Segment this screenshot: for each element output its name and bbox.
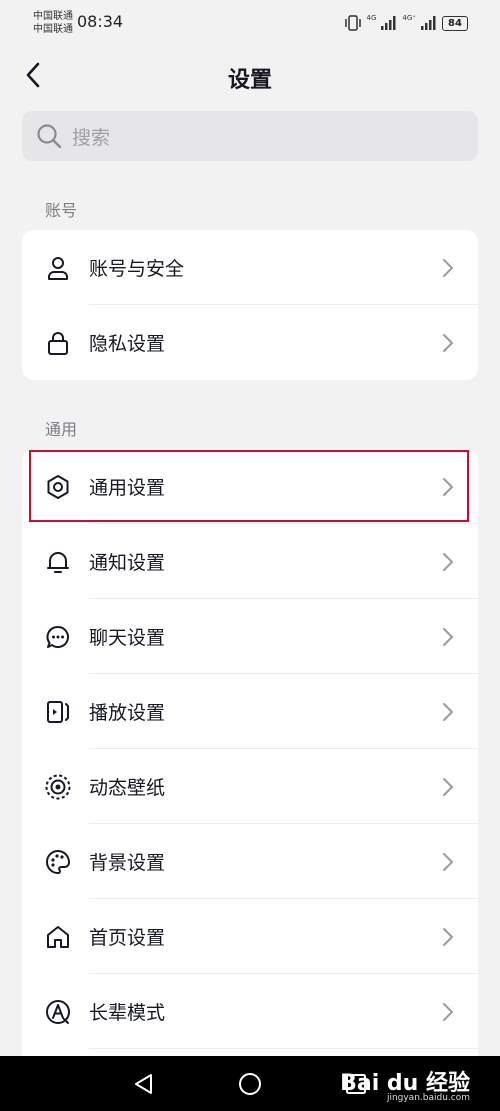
settings-item-label: 长辈模式 bbox=[89, 1002, 166, 1024]
nav-home-button[interactable] bbox=[236, 1070, 264, 1098]
status-bar: 中国联通 中国联通 08:34 4G 4G⁺ 84 bbox=[0, 0, 500, 46]
carrier-1: 中国联通 bbox=[33, 11, 73, 22]
search-placeholder: 搜索 bbox=[72, 126, 111, 149]
status-icons: 4G 4G⁺ 84 bbox=[344, 14, 468, 32]
user-icon bbox=[44, 254, 72, 282]
clock: 08:34 bbox=[77, 12, 124, 31]
chevron-right-icon bbox=[443, 928, 453, 946]
header: 设置 bbox=[0, 50, 500, 100]
section-label-account: 账号 bbox=[45, 201, 78, 220]
search-icon bbox=[37, 124, 62, 149]
settings-item-live-wallpaper[interactable]: 动态壁纸 bbox=[22, 749, 478, 824]
carrier-2: 中国联通 bbox=[33, 24, 73, 35]
settings-item-label: 聊天设置 bbox=[89, 627, 166, 649]
settings-item-label: 首页设置 bbox=[89, 927, 166, 949]
settings-item-label: 播放设置 bbox=[89, 702, 166, 724]
card-account: 账号与安全 隐私设置 bbox=[22, 230, 478, 380]
signal-icon-2 bbox=[421, 16, 436, 30]
watermark-url: jingyan.baidu.com bbox=[386, 1093, 470, 1103]
chevron-right-icon bbox=[443, 1003, 453, 1021]
settings-item-label: 通知设置 bbox=[89, 552, 166, 574]
settings-item-general[interactable]: 通用设置 bbox=[22, 449, 478, 524]
network-label-2: 4G⁺ bbox=[402, 14, 416, 22]
settings-item-account-security[interactable]: 账号与安全 bbox=[22, 230, 478, 305]
card-general: 通用设置 通知设置 聊天设置 播放设置 动态壁纸 背景设置 首页设置 长辈模式 bbox=[22, 449, 478, 1069]
chat-icon bbox=[44, 623, 72, 651]
chevron-right-icon bbox=[443, 778, 453, 796]
elder-mode-icon bbox=[44, 998, 72, 1026]
signal-icon-1 bbox=[381, 16, 396, 30]
bell-icon bbox=[44, 548, 72, 576]
chevron-right-icon bbox=[443, 553, 453, 571]
play-icon bbox=[44, 698, 72, 726]
settings-item-label: 账号与安全 bbox=[89, 258, 185, 280]
vibrate-icon bbox=[344, 15, 361, 31]
settings-item-notification[interactable]: 通知设置 bbox=[22, 524, 478, 599]
settings-item-homepage[interactable]: 首页设置 bbox=[22, 899, 478, 974]
settings-item-privacy[interactable]: 隐私设置 bbox=[22, 305, 478, 380]
settings-item-elder-mode[interactable]: 长辈模式 bbox=[22, 974, 478, 1049]
chevron-right-icon bbox=[443, 628, 453, 646]
page-title: 设置 bbox=[227, 68, 272, 93]
battery-indicator: 84 bbox=[442, 15, 468, 31]
divider bbox=[89, 1048, 478, 1049]
settings-item-label: 动态壁纸 bbox=[89, 777, 166, 799]
settings-item-chat[interactable]: 聊天设置 bbox=[22, 599, 478, 674]
section-label-general: 通用 bbox=[45, 420, 78, 439]
chevron-right-icon bbox=[443, 259, 453, 277]
settings-item-label: 背景设置 bbox=[89, 852, 166, 874]
palette-icon bbox=[44, 848, 72, 876]
lock-icon bbox=[44, 329, 72, 357]
settings-item-label: 通用设置 bbox=[89, 477, 166, 499]
settings-item-background[interactable]: 背景设置 bbox=[22, 824, 478, 899]
circle-home-icon bbox=[239, 1073, 261, 1095]
gear-icon bbox=[44, 473, 72, 501]
chevron-right-icon bbox=[443, 853, 453, 871]
search-input[interactable]: 搜索 bbox=[22, 111, 478, 161]
settings-item-label: 隐私设置 bbox=[89, 333, 166, 355]
wallpaper-icon bbox=[44, 773, 72, 801]
settings-item-playback[interactable]: 播放设置 bbox=[22, 674, 478, 749]
network-label-1: 4G bbox=[366, 14, 377, 22]
system-nav-bar: Bai du 经验 jingyan.baidu.com bbox=[0, 1056, 500, 1111]
home-icon bbox=[44, 923, 72, 951]
chevron-right-icon bbox=[443, 703, 453, 721]
triangle-back-icon bbox=[135, 1074, 152, 1094]
nav-back-button[interactable] bbox=[129, 1070, 157, 1098]
carrier-names: 中国联通 中国联通 bbox=[33, 10, 73, 36]
chevron-right-icon bbox=[443, 334, 453, 352]
chevron-right-icon bbox=[443, 478, 453, 496]
